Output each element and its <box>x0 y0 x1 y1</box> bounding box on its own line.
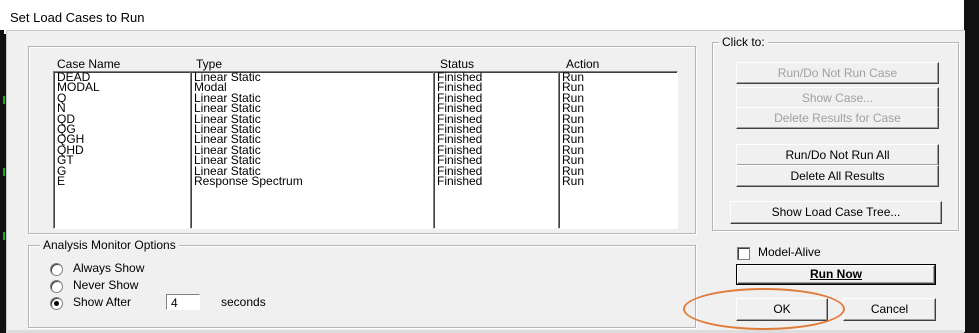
always-show-label: Always Show <box>73 261 145 275</box>
case-action-list[interactable]: Run Run Run Run Run Run Run Run Run Run Run <box>558 71 678 229</box>
delete-results-for-case-button[interactable]: Delete Results for Case <box>736 107 939 129</box>
delete-all-results-button[interactable]: Delete All Results <box>736 165 939 187</box>
background-marker <box>3 232 5 240</box>
radio-selected-dot <box>54 301 59 306</box>
case-type-list[interactable]: Linear Static Modal Linear Static Linear St… <box>190 71 435 229</box>
column-header-type: Type <box>196 57 223 71</box>
case-name-cell[interactable]: G <box>54 164 191 176</box>
click-to-label: Click to: <box>719 35 768 49</box>
case-name-cell[interactable]: QHD <box>54 144 191 156</box>
run-do-not-run-case-button[interactable]: Run/Do Not Run Case <box>736 62 939 84</box>
case-type-cell[interactable]: Response Spectrum <box>191 175 434 187</box>
case-type-cell[interactable]: Linear Static <box>191 71 434 83</box>
show-load-case-tree-button[interactable]: Show Load Case Tree... <box>730 201 942 224</box>
analysis-monitor-label: Analysis Monitor Options <box>40 238 179 252</box>
show-after-seconds-input[interactable]: 4 <box>166 294 200 310</box>
case-name-cell[interactable]: MODAL <box>54 81 191 93</box>
show-case-button[interactable]: Show Case... <box>736 87 939 109</box>
column-header-case-name: Case Name <box>57 57 121 71</box>
show-after-label: Show After <box>73 295 132 309</box>
case-name-cell[interactable]: E <box>54 175 191 187</box>
background-marker <box>3 96 5 104</box>
run-do-not-run-all-button[interactable]: Run/Do Not Run All <box>736 144 939 166</box>
case-action-cell[interactable]: Run <box>559 175 677 187</box>
model-alive-label: Model-Alive <box>758 245 821 259</box>
window-title: Set Load Cases to Run <box>10 10 145 25</box>
case-name-cell[interactable]: Q <box>54 92 191 104</box>
never-show-radio[interactable] <box>50 280 63 293</box>
case-name-list[interactable]: DEAD MODAL Q N QD QG QGH QHD GT G E <box>53 71 192 229</box>
column-header-action: Action <box>566 57 600 71</box>
dialog-window: Set Load Cases to Run Case Name Type Sta… <box>0 0 979 333</box>
cancel-button[interactable]: Cancel <box>843 298 936 321</box>
background-right-edge <box>964 0 979 333</box>
case-status-list[interactable]: Finished Finished Finished Finished Finished… <box>433 71 560 229</box>
model-alive-checkbox[interactable] <box>737 247 750 260</box>
background-marker <box>3 168 5 176</box>
seconds-unit-label: seconds <box>221 295 266 309</box>
ok-button-highlight-circle <box>683 288 845 330</box>
always-show-radio[interactable] <box>50 263 63 276</box>
title-bar[interactable]: Set Load Cases to Run <box>4 0 964 34</box>
column-header-status: Status <box>440 57 475 71</box>
never-show-label: Never Show <box>73 278 139 292</box>
run-now-button[interactable]: Run Now <box>736 264 936 285</box>
case-status-cell[interactable]: Finished <box>434 175 559 187</box>
show-after-radio[interactable] <box>50 297 63 310</box>
